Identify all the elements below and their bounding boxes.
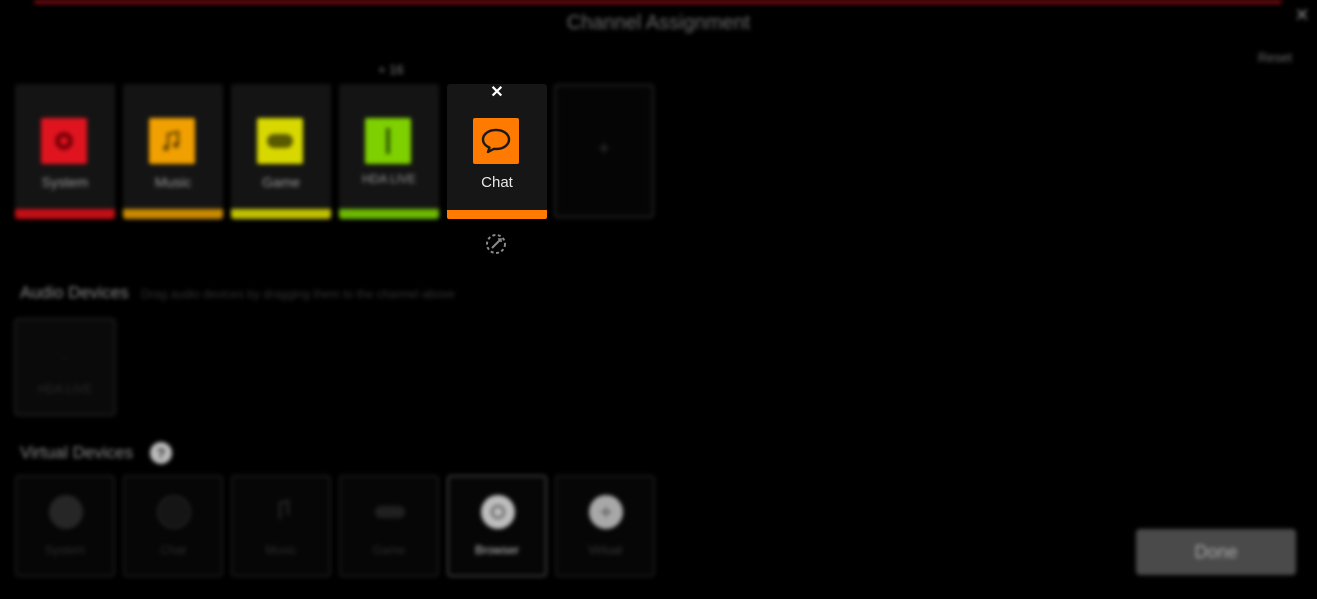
- virtual-device-label: Game: [372, 543, 406, 557]
- virtual-device-chat[interactable]: Chat: [123, 475, 223, 577]
- virtual-device-game[interactable]: Game: [339, 475, 439, 577]
- gamepad-icon: [373, 495, 407, 529]
- reset-link[interactable]: Reset: [1258, 50, 1292, 65]
- channel-label: Chat: [481, 174, 513, 191]
- slider-icon: [365, 118, 411, 164]
- dialog-title: Channel Assignment: [566, 12, 751, 34]
- audio-devices-header: Audio Devices Drag audio devices by drag…: [20, 283, 455, 303]
- virtual-device-label: System: [44, 543, 85, 557]
- top-accent-bar: [34, 0, 1282, 4]
- channel-label: Game: [261, 174, 301, 190]
- virtual-device-label: Browser: [474, 543, 519, 557]
- plus-icon: +: [598, 138, 610, 160]
- globe-icon: [481, 495, 515, 529]
- music-note-icon: [265, 495, 299, 529]
- virtual-device-label: Virtual: [588, 543, 622, 557]
- add-channel-button[interactable]: +: [554, 84, 654, 218]
- speech-bubble-icon: [157, 495, 191, 529]
- section-hint: Drag audio devices by dragging them to t…: [141, 287, 455, 301]
- audio-device-card[interactable]: · HDA LIVE: [14, 318, 116, 416]
- music-note-icon: [149, 118, 195, 164]
- virtual-device-music[interactable]: Music: [231, 475, 331, 577]
- channel-card-chat[interactable]: ✕ Chat: [447, 84, 547, 219]
- done-button[interactable]: Done: [1136, 529, 1296, 575]
- section-title: Virtual Devices: [20, 443, 134, 462]
- reset-color-icon[interactable]: [485, 233, 507, 255]
- channel-card-music[interactable]: Music: [123, 84, 223, 219]
- virtual-device-system[interactable]: System: [15, 475, 115, 577]
- virtual-device-browser[interactable]: Browser: [447, 475, 547, 577]
- channel-card-game[interactable]: Game: [231, 84, 331, 219]
- gear-icon: [41, 118, 87, 164]
- channel-color-bar: [123, 209, 223, 219]
- channel-label: System: [41, 174, 89, 190]
- plus-circle-icon: [589, 495, 623, 529]
- speech-bubble-icon: [473, 118, 519, 164]
- virtual-devices-header: Virtual Devices: [20, 443, 133, 463]
- channel-label: Music: [154, 174, 192, 190]
- channel-label: HDA LIVE: [361, 172, 417, 186]
- virtual-device-virtual[interactable]: Virtual: [555, 475, 655, 577]
- device-label: HDA LIVE: [37, 382, 93, 396]
- virtual-device-label: Chat: [160, 543, 186, 557]
- virtual-device-label: Music: [265, 543, 297, 557]
- section-title: Audio Devices: [20, 283, 129, 302]
- speaker-icon: ·: [62, 350, 68, 367]
- remove-channel-button[interactable]: ✕: [447, 82, 547, 102]
- gamepad-icon: [257, 118, 303, 164]
- channel-count-label: + 16: [378, 62, 404, 77]
- gear-icon: [49, 495, 83, 529]
- channel-card-system[interactable]: System: [15, 84, 115, 219]
- help-icon[interactable]: ?: [150, 442, 172, 464]
- channel-color-bar: [231, 209, 331, 219]
- channel-color-bar: [339, 209, 439, 219]
- channel-color-bar: [15, 209, 115, 219]
- channel-color-bar: [447, 210, 547, 219]
- close-icon[interactable]: ✕: [1292, 5, 1312, 25]
- close-icon: ✕: [490, 84, 504, 101]
- channel-card-hda-live[interactable]: HDA LIVE: [339, 84, 439, 219]
